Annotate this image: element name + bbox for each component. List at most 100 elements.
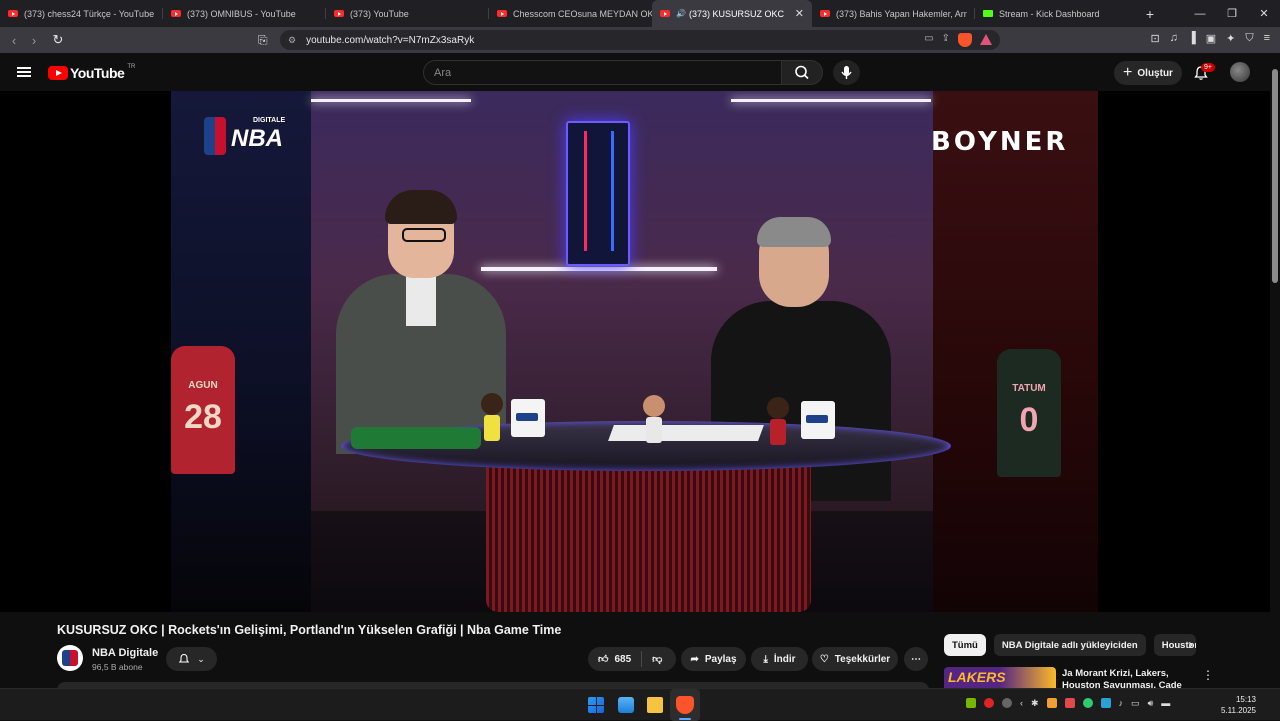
app-tray-icon[interactable]: [984, 698, 994, 708]
volume-icon[interactable]: 🔊︎: [1148, 698, 1154, 709]
reload-icon[interactable]: ↻: [48, 32, 68, 48]
bell-icon: [179, 653, 190, 663]
page-scrollbar[interactable]: [1270, 53, 1280, 688]
brave-browser-icon[interactable]: [676, 696, 694, 714]
audio-icon[interactable]: 🔊: [676, 9, 686, 18]
download-label: İndir: [773, 653, 796, 665]
network-icon[interactable]: ▭: [1131, 698, 1140, 709]
cast-icon[interactable]: ▭: [924, 33, 933, 47]
account-avatar[interactable]: [1230, 62, 1250, 82]
jersey-left: AGUN 28: [171, 346, 235, 474]
plus-icon: +: [1123, 64, 1133, 81]
figure-head: [767, 397, 789, 419]
subscription-bell-button[interactable]: ⌄: [166, 647, 217, 671]
browser-tab[interactable]: Chesscom CEOsuna MEYDAN OKUD: [489, 0, 652, 27]
vpn-icon[interactable]: ⛉: [1245, 32, 1253, 45]
clock-date: 5.11.2025: [1221, 706, 1256, 715]
screenshot-icon[interactable]: ⊡: [1150, 32, 1159, 45]
host-left-shirt: [406, 276, 436, 326]
file-explorer-icon[interactable]: [647, 697, 663, 713]
more-icon: ⋯: [911, 653, 921, 665]
chip-all[interactable]: Tümü: [944, 634, 986, 656]
voice-search-button[interactable]: [833, 60, 860, 85]
search-icon: [795, 65, 809, 80]
like-button[interactable]: 👍︎ 685: [588, 647, 641, 671]
browser-tab[interactable]: (373) chess24 Türkçe - YouTube: [0, 0, 163, 27]
windows-start-icon[interactable]: [588, 697, 604, 713]
microphone-tray-icon[interactable]: ♪: [1119, 698, 1124, 709]
video-player[interactable]: DIGITALE NBA BOYNER AGUN 28 TATUM 0: [0, 91, 1270, 612]
bobblehead-figure: [767, 397, 789, 445]
url-text[interactable]: youtube.com/watch?v=N7mZx3saRyk: [306, 35, 474, 46]
recommendation-more-icon[interactable]: ⋮: [1202, 668, 1214, 682]
bluetooth-icon[interactable]: ✱: [1031, 698, 1039, 709]
scrollbar-thumb[interactable]: [1272, 69, 1278, 283]
browser-tab[interactable]: (373) Bahis Yapan Hakemler, Arne Sl: [812, 0, 975, 27]
new-tab-button[interactable]: +: [1138, 6, 1162, 22]
browser-tab[interactable]: (373) OMNIBUS - YouTube: [163, 0, 326, 27]
browser-toolbar-right: ⊡ ♫ ▐ ▣ ✦ ⛉ ≡: [1150, 32, 1270, 45]
download-button[interactable]: ⤓ İndir: [751, 647, 808, 671]
media-icon[interactable]: ♫: [1170, 32, 1178, 45]
back-icon[interactable]: ‹: [4, 33, 24, 48]
country-code: TR: [127, 64, 136, 70]
youtube-logo[interactable]: YouTube TR: [48, 64, 136, 81]
microphone-icon: [841, 66, 852, 79]
brave-rewards-icon[interactable]: [980, 34, 992, 45]
recommendation-title[interactable]: Ja Morant Krizi, Lakers, Houston Savunma…: [1062, 668, 1182, 688]
browser-tab[interactable]: (373) YouTube: [326, 0, 489, 27]
youtube-icon: [820, 10, 830, 17]
steam-icon[interactable]: [1002, 698, 1012, 708]
youtube-icon: [334, 10, 344, 17]
wallet-icon[interactable]: ▣: [1206, 32, 1216, 45]
nvidia-icon[interactable]: [966, 698, 976, 708]
create-button[interactable]: + Oluştur: [1114, 61, 1182, 85]
photos-icon[interactable]: [618, 697, 634, 713]
url-bar-actions: ▭ ⇪: [924, 33, 992, 47]
restore-button[interactable]: ❐: [1216, 0, 1248, 27]
bookmark-icon[interactable]: ⎘: [258, 33, 268, 48]
leo-ai-icon[interactable]: ✦: [1226, 32, 1235, 45]
close-window-button[interactable]: ✕: [1248, 0, 1280, 27]
url-bar[interactable]: ⚙ youtube.com/watch?v=N7mZx3saRyk ▭ ⇪: [280, 30, 1000, 50]
minimize-button[interactable]: —: [1184, 0, 1216, 27]
sidebar-toggle-icon[interactable]: ▐: [1188, 32, 1196, 45]
download-icon: ⤓: [763, 653, 768, 665]
app-tray-icon[interactable]: [1082, 698, 1093, 708]
app-tray-icon[interactable]: [1064, 698, 1075, 708]
more-actions-button[interactable]: ⋯: [904, 647, 928, 671]
share-icon: ➦: [690, 653, 699, 665]
forward-icon[interactable]: ›: [24, 33, 44, 48]
browser-tab[interactable]: Stream - Kick Dashboard: [975, 0, 1130, 27]
tab-title: (373) chess24 Türkçe - YouTube: [24, 8, 155, 19]
chip-from-uploader[interactable]: NBA Digitale adlı yükleyiciden: [993, 634, 1146, 656]
share-button[interactable]: ➦ Paylaş: [681, 647, 746, 671]
battery-icon[interactable]: ▬: [1161, 698, 1170, 709]
taskbar-clock[interactable]: 15:13 5.11.2025: [1221, 694, 1256, 716]
brave-shields-icon[interactable]: [958, 33, 972, 47]
app-tray-icon[interactable]: [1100, 698, 1111, 708]
app-tray-icon[interactable]: [1046, 698, 1057, 708]
close-tab-icon[interactable]: ✕: [795, 7, 804, 20]
neon-shelf: [481, 267, 717, 271]
site-settings-icon[interactable]: ⚙: [288, 35, 296, 46]
windows-taskbar: ‹ ✱ ♪ ▭ 🔊︎ ▬ 15:13 5.11.2025: [0, 688, 1280, 721]
nba-mug: [511, 399, 545, 437]
overflow-icon[interactable]: ‹: [1020, 698, 1023, 709]
nba-shield-icon: [204, 117, 226, 155]
browser-tab-active[interactable]: 🔊 (373) KUSURSUZ OKC | Rocke ✕: [652, 0, 812, 27]
dislike-button[interactable]: 👎︎: [642, 647, 672, 671]
thanks-button[interactable]: ♡ Teşekkürler: [812, 647, 898, 671]
chevron-right-icon[interactable]: ›: [1188, 636, 1193, 653]
channel-avatar[interactable]: [57, 645, 83, 671]
share-page-icon[interactable]: ⇪: [942, 33, 950, 47]
menu-icon[interactable]: ≡: [1264, 32, 1270, 45]
guide-menu-icon[interactable]: [17, 67, 31, 77]
related-chips: Tümü NBA Digitale adlı yükleyiciden Hous…: [944, 634, 1196, 656]
search-button[interactable]: [781, 60, 823, 85]
nba-logo-right: [70, 650, 78, 666]
thumbs-up-icon: 👍︎: [598, 654, 609, 665]
search-input[interactable]: Ara: [423, 60, 782, 85]
nba-digitale-logo: DIGITALE NBA: [201, 117, 311, 157]
channel-name[interactable]: NBA Digitale: [92, 647, 158, 659]
